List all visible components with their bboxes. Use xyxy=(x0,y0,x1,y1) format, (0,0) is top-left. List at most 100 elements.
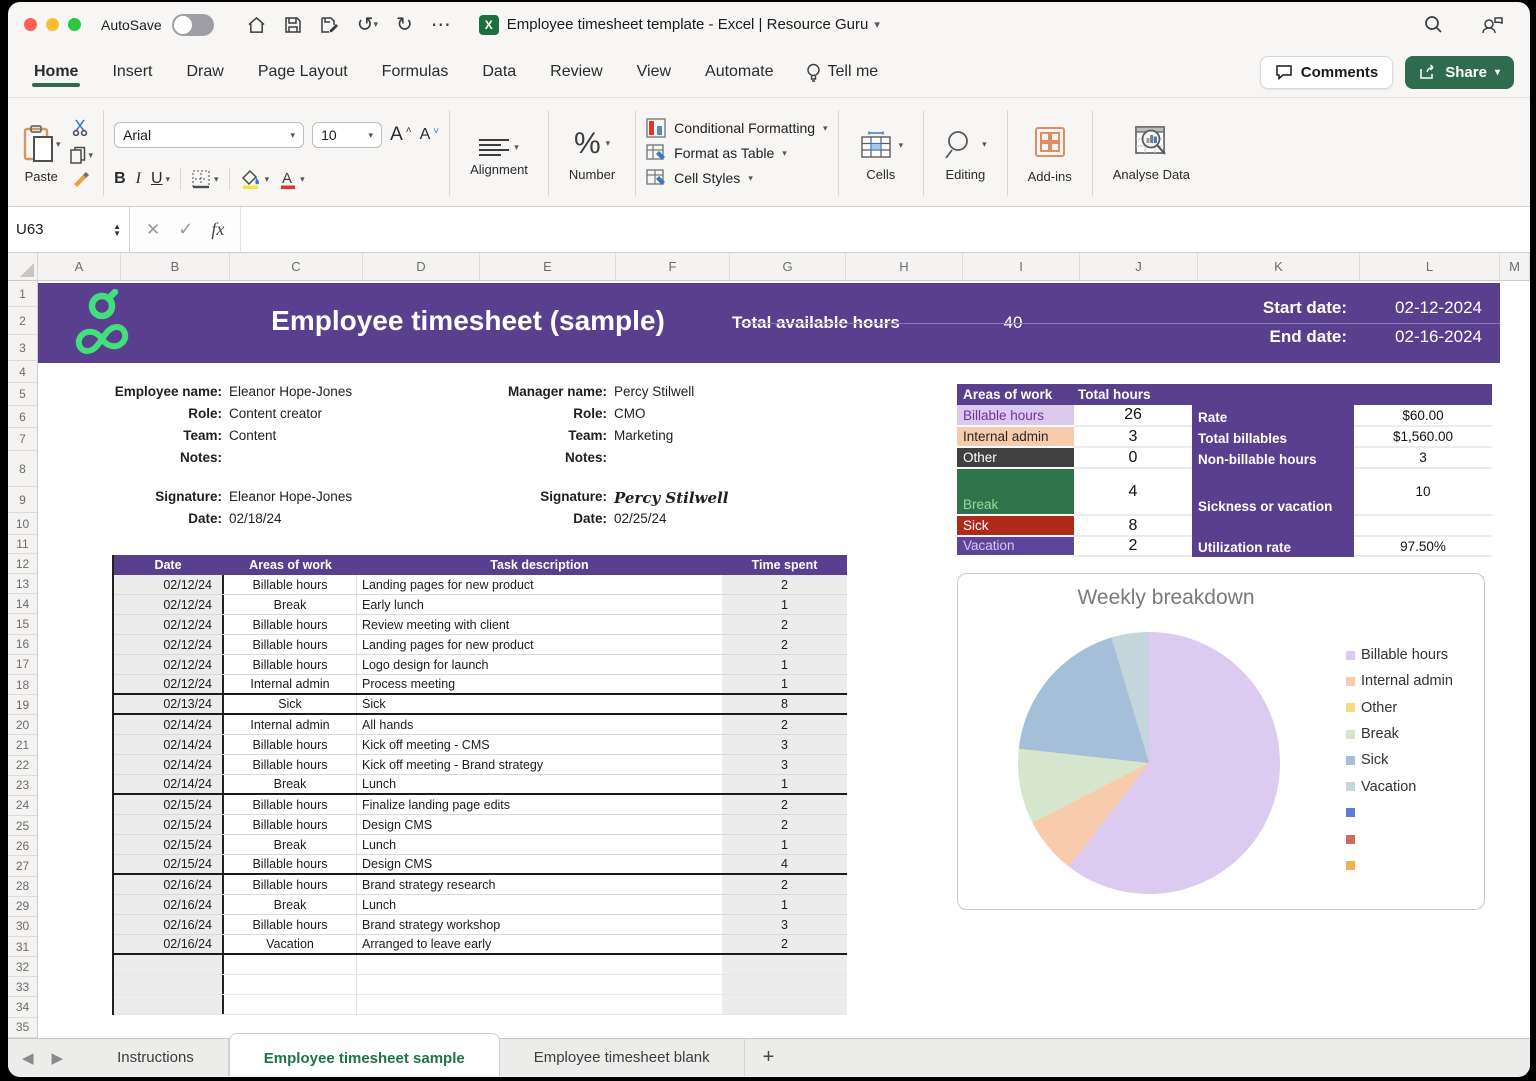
stat-value[interactable]: 10 xyxy=(1354,469,1492,516)
area-label[interactable]: Vacation xyxy=(957,537,1074,557)
ts-cell-area[interactable] xyxy=(224,975,357,994)
stat-value[interactable]: 97.50% xyxy=(1354,537,1492,557)
row-header-6[interactable]: 6 xyxy=(8,406,37,428)
ts-cell-task[interactable]: Kick off meeting - CMS xyxy=(357,735,722,754)
tab-draw[interactable]: Draw xyxy=(184,53,225,91)
row-header-18[interactable]: 18 xyxy=(8,675,37,695)
confirm-entry-icon[interactable]: ✓ xyxy=(178,219,193,240)
column-header-K[interactable]: K xyxy=(1198,253,1360,280)
row-header-26[interactable]: 26 xyxy=(8,836,37,856)
format-painter-icon[interactable] xyxy=(71,170,91,193)
row-header-16[interactable]: 16 xyxy=(8,635,37,655)
row-header-10[interactable]: 10 xyxy=(8,513,37,535)
legend-item[interactable]: Billable hours xyxy=(1346,642,1453,668)
formula-input[interactable] xyxy=(240,207,1530,252)
row-header-9[interactable]: 9 xyxy=(8,487,37,513)
area-label[interactable]: Other xyxy=(957,448,1074,469)
ts-cell-area[interactable]: Break xyxy=(224,775,357,793)
column-header-D[interactable]: D xyxy=(363,253,480,280)
row-header-5[interactable]: 5 xyxy=(8,383,37,406)
title-chevron-icon[interactable]: ▾ xyxy=(874,18,880,31)
sheet-tab-employee-timesheet-sample[interactable]: Employee timesheet sample xyxy=(229,1033,500,1076)
ts-cell-task[interactable]: Early lunch xyxy=(357,595,722,614)
row-header-21[interactable]: 21 xyxy=(8,735,37,755)
ts-cell-time[interactable]: 2 xyxy=(722,815,847,834)
ts-cell-time[interactable]: 1 xyxy=(722,595,847,614)
ts-cell-task[interactable]: Logo design for launch xyxy=(357,655,722,674)
stat-value[interactable]: $1,560.00 xyxy=(1354,427,1492,448)
timesheet-row[interactable]: 02/16/24Billable hoursBrand strategy wor… xyxy=(114,915,847,935)
ts-cell-date[interactable]: 02/14/24 xyxy=(114,735,224,754)
ts-cell-date[interactable]: 02/16/24 xyxy=(114,875,224,894)
timesheet-empty-row[interactable] xyxy=(114,995,847,1015)
ts-cell-area[interactable]: Billable hours xyxy=(224,615,357,634)
info-value[interactable]: Percy Stilwell xyxy=(607,384,694,406)
ts-cell-date[interactable] xyxy=(114,955,224,974)
timesheet-row[interactable]: 02/12/24Internal adminProcess meeting1 xyxy=(114,675,847,695)
addins-button[interactable]: Add-ins xyxy=(1018,122,1082,184)
font-color-button[interactable]: A ▾ xyxy=(279,169,305,189)
area-label[interactable]: Billable hours xyxy=(957,405,1074,427)
save-as-icon[interactable] xyxy=(320,16,339,34)
ts-cell-date[interactable]: 02/15/24 xyxy=(114,815,224,834)
autosave-toggle[interactable] xyxy=(172,14,214,36)
ts-cell-task[interactable]: Brand strategy workshop xyxy=(357,915,722,934)
ts-cell-time[interactable] xyxy=(722,995,847,1014)
timesheet-empty-row[interactable] xyxy=(114,955,847,975)
row-header-27[interactable]: 27 xyxy=(8,856,37,876)
ts-cell-area[interactable]: Billable hours xyxy=(224,735,357,754)
ts-cell-time[interactable] xyxy=(722,975,847,994)
row-header-1[interactable]: 1 xyxy=(8,281,37,307)
timesheet-row[interactable]: 02/13/24SickSick8 xyxy=(114,695,847,715)
ts-cell-task[interactable]: Lunch xyxy=(357,775,722,793)
row-header-2[interactable]: 2 xyxy=(8,307,37,335)
ts-cell-date[interactable]: 02/12/24 xyxy=(114,675,224,693)
ts-cell-task[interactable] xyxy=(357,995,722,1014)
info-value[interactable] xyxy=(222,450,229,472)
row-header-33[interactable]: 33 xyxy=(8,977,37,997)
sheet-tab-employee-timesheet-blank[interactable]: Employee timesheet blank xyxy=(500,1039,745,1076)
ts-cell-time[interactable]: 3 xyxy=(722,915,847,934)
ts-cell-task[interactable]: Landing pages for new product xyxy=(357,635,722,654)
column-header-F[interactable]: F xyxy=(616,253,730,280)
area-label[interactable]: Internal admin xyxy=(957,427,1074,448)
ts-cell-task[interactable]: Brand strategy research xyxy=(357,875,722,894)
timesheet-row[interactable]: 02/15/24Billable hoursFinalize landing p… xyxy=(114,795,847,815)
tab-insert[interactable]: Insert xyxy=(110,53,154,91)
ts-cell-task[interactable]: Kick off meeting - Brand strategy xyxy=(357,755,722,774)
ts-cell-time[interactable]: 1 xyxy=(722,655,847,674)
row-header-23[interactable]: 23 xyxy=(8,776,37,796)
info-value[interactable]: 02/25/24 xyxy=(607,511,667,533)
ts-cell-time[interactable]: 1 xyxy=(722,775,847,793)
comments-button[interactable]: Comments xyxy=(1260,56,1394,89)
column-header-J[interactable]: J xyxy=(1080,253,1198,280)
row-header-4[interactable]: 4 xyxy=(8,361,37,383)
home-icon[interactable] xyxy=(247,16,266,34)
timesheet-row[interactable]: 02/12/24BreakEarly lunch1 xyxy=(114,595,847,615)
increase-font-icon[interactable]: A˄ xyxy=(390,122,412,148)
ts-cell-date[interactable]: 02/15/24 xyxy=(114,855,224,873)
ts-cell-task[interactable] xyxy=(357,975,722,994)
tab-data[interactable]: Data xyxy=(480,53,518,91)
ts-cell-area[interactable]: Billable hours xyxy=(224,575,357,594)
namebox-stepper[interactable]: ▲▼ xyxy=(113,223,121,237)
row-header-32[interactable]: 32 xyxy=(8,957,37,977)
tab-review[interactable]: Review xyxy=(548,53,604,91)
ts-cell-time[interactable]: 2 xyxy=(722,715,847,734)
timesheet-row[interactable]: 02/16/24BreakLunch1 xyxy=(114,895,847,915)
row-header-30[interactable]: 30 xyxy=(8,917,37,937)
share-button[interactable]: Share▾ xyxy=(1405,56,1514,89)
info-value[interactable]: Percy Stilwell xyxy=(607,489,728,511)
column-header-A[interactable]: A xyxy=(38,253,121,280)
row-header-11[interactable]: 11 xyxy=(8,535,37,554)
ts-cell-task[interactable]: Landing pages for new product xyxy=(357,575,722,594)
copy-icon[interactable]: ▾ xyxy=(69,146,94,165)
ts-cell-time[interactable]: 2 xyxy=(722,935,847,953)
ts-cell-area[interactable]: Internal admin xyxy=(224,675,357,693)
decrease-font-icon[interactable]: A˅ xyxy=(420,122,440,148)
sheet-canvas[interactable]: Employee timesheet (sample) Total availa… xyxy=(38,281,1530,1038)
ts-cell-time[interactable]: 1 xyxy=(722,895,847,914)
weekly-breakdown-chart[interactable]: Weekly breakdown Billable hoursInternal … xyxy=(957,573,1485,910)
save-icon[interactable] xyxy=(284,16,302,34)
cancel-entry-icon[interactable]: ✕ xyxy=(146,220,160,240)
